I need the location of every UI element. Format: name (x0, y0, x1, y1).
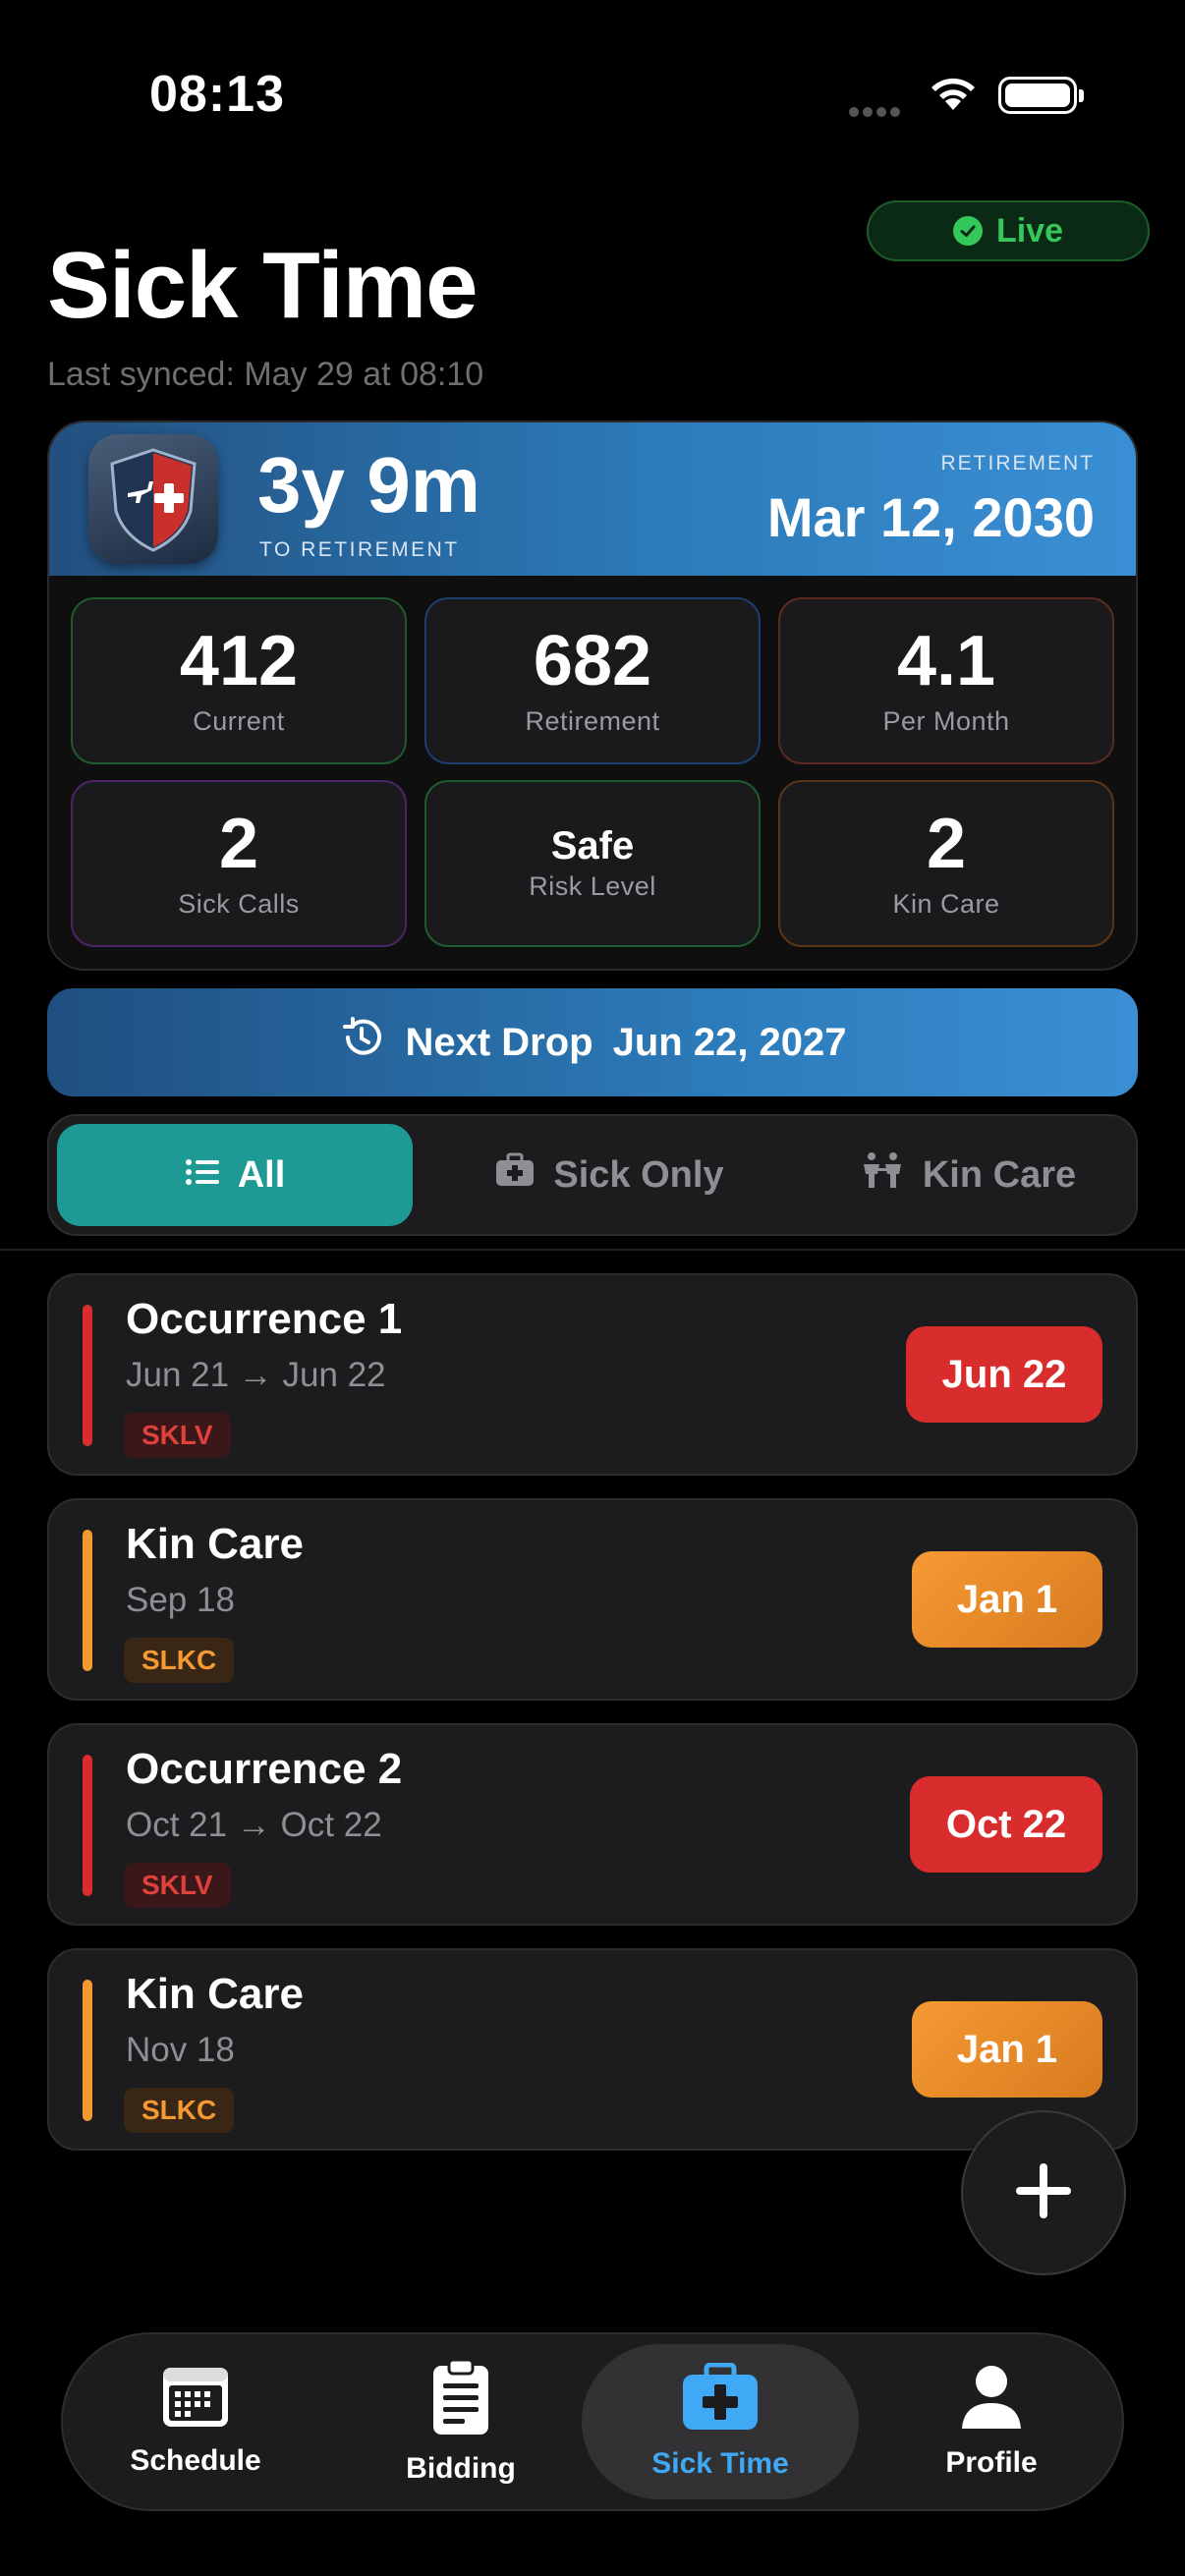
filter-sick-only-label: Sick Only (553, 1153, 724, 1196)
person-icon (960, 2364, 1023, 2438)
retirement-label: RETIREMENT (940, 452, 1095, 475)
tab-label: Profile (945, 2446, 1038, 2479)
stat-label: Current (193, 705, 285, 736)
next-drop-banner[interactable]: Next Drop Jun 22, 2027 (47, 988, 1138, 1096)
stat-sick-calls: 2 Sick Calls (71, 780, 407, 947)
live-label: Live (995, 211, 1064, 250)
tab-label: Sick Time (651, 2447, 789, 2480)
wifi-icon (928, 73, 979, 117)
filter-all-label: All (237, 1153, 286, 1196)
status-time: 08:13 (149, 66, 285, 123)
stat-value: 412 (179, 621, 299, 700)
filter-kin-care-label: Kin Care (922, 1153, 1077, 1196)
stat-per-month: 4.1 Per Month (778, 597, 1114, 764)
stat-label: Risk Level (529, 870, 656, 901)
entry-drop-date: Oct 22 (910, 1776, 1102, 1873)
page-title: Sick Time (47, 233, 478, 338)
list-item-kin-care[interactable]: Kin Care Nov 18 SLKC Jan 1 (47, 1948, 1138, 2151)
list-item-kin-care[interactable]: Kin Care Sep 18 SLKC Jan 1 (47, 1498, 1138, 1701)
list-item-occurrence[interactable]: Occurrence 2 Oct 21 → Oct 22 SKLV Oct 22 (47, 1723, 1138, 1926)
add-entry-button[interactable] (961, 2110, 1126, 2275)
list-icon (185, 1154, 220, 1197)
list-item-occurrence[interactable]: Occurrence 1 Jun 21 → Jun 22 SKLV Jun 22 (47, 1273, 1138, 1476)
kin-care-indicator-bar (83, 1980, 92, 2121)
entry-dates: Nov 18 (126, 2031, 235, 2069)
section-divider (0, 1249, 1185, 1251)
entry-dates: Sep 18 (126, 1581, 235, 1619)
filter-sick-only-button[interactable]: Sick Only (442, 1124, 776, 1226)
retirement-header: 3y 9m TO RETIREMENT RETIREMENT Mar 12, 2… (49, 422, 1136, 576)
stat-value: 2 (218, 804, 259, 883)
stat-current: 412 Current (71, 597, 407, 764)
tab-profile[interactable]: Profile (878, 2344, 1104, 2499)
countdown-label: TO RETIREMENT (259, 538, 460, 561)
filter-all-button[interactable]: All (57, 1124, 413, 1226)
sick-indicator-bar (83, 1755, 92, 1896)
entry-dates: Jun 21 → Jun 22 (126, 1356, 386, 1394)
clipboard-icon (431, 2358, 490, 2444)
retirement-date: Mar 12, 2030 (766, 486, 1095, 548)
stat-value: 2 (926, 804, 967, 883)
tab-schedule[interactable]: Schedule (83, 2344, 309, 2499)
history-clock-icon (338, 1014, 385, 1071)
entry-drop-date: Jan 1 (912, 1551, 1102, 1648)
entry-code-badge: SKLV (124, 1863, 231, 1908)
tab-bidding[interactable]: Bidding (348, 2344, 574, 2499)
stat-label: Retirement (525, 705, 660, 736)
filter-kin-care-button[interactable]: Kin Care (806, 1124, 1130, 1226)
kin-care-indicator-bar (83, 1530, 92, 1671)
tab-bar: Schedule Bidding Sick Time Profile (61, 2332, 1124, 2511)
sick-indicator-bar (83, 1305, 92, 1446)
briefcase-medical-icon (494, 1152, 536, 1198)
entry-code-badge: SLKC (124, 1638, 235, 1683)
filter-segmented-control: All Sick Only Kin Care (47, 1114, 1138, 1236)
retirement-countdown: 3y 9m (257, 441, 480, 529)
app-shield-icon (88, 434, 218, 564)
stat-retirement: 682 Retirement (424, 597, 761, 764)
last-synced-text: Last synced: May 29 at 08:10 (47, 356, 484, 393)
entry-code-badge: SLKC (124, 2088, 235, 2133)
stat-label: Kin Care (892, 888, 1000, 919)
checkmark-icon (952, 216, 983, 246)
stat-value: 4.1 (896, 621, 996, 700)
stat-label: Sick Calls (178, 888, 300, 919)
entry-drop-date: Jan 1 (912, 2001, 1102, 2098)
stat-value: 682 (533, 621, 652, 700)
tab-sick-time[interactable]: Sick Time (582, 2344, 859, 2499)
next-drop-date: Jun 22, 2027 (612, 1020, 847, 1064)
family-icon (860, 1150, 905, 1200)
live-status-badge: Live (867, 200, 1150, 261)
entry-title: Kin Care (126, 1520, 304, 1568)
entry-title: Occurrence 2 (126, 1745, 403, 1793)
cellular-signal-icon (849, 104, 904, 122)
medical-kit-icon (681, 2362, 760, 2439)
entry-drop-date: Jun 22 (906, 1326, 1102, 1423)
battery-icon (998, 77, 1084, 114)
plus-icon (1012, 2159, 1075, 2227)
entry-code-badge: SKLV (124, 1413, 231, 1458)
calendar-icon (161, 2366, 230, 2436)
tab-label: Bidding (406, 2452, 516, 2485)
tab-label: Schedule (130, 2444, 261, 2477)
entry-title: Kin Care (126, 1970, 304, 2018)
stat-risk-level: Safe Risk Level (424, 780, 761, 947)
retirement-summary-card: 3y 9m TO RETIREMENT RETIREMENT Mar 12, 2… (47, 420, 1138, 971)
stat-kin-care: 2 Kin Care (778, 780, 1114, 947)
stat-label: Per Month (882, 705, 1010, 736)
entry-dates: Oct 21 → Oct 22 (126, 1806, 382, 1844)
stat-value: Safe (550, 823, 635, 868)
next-drop-label: Next Drop (405, 1020, 593, 1064)
entry-title: Occurrence 1 (126, 1295, 403, 1343)
